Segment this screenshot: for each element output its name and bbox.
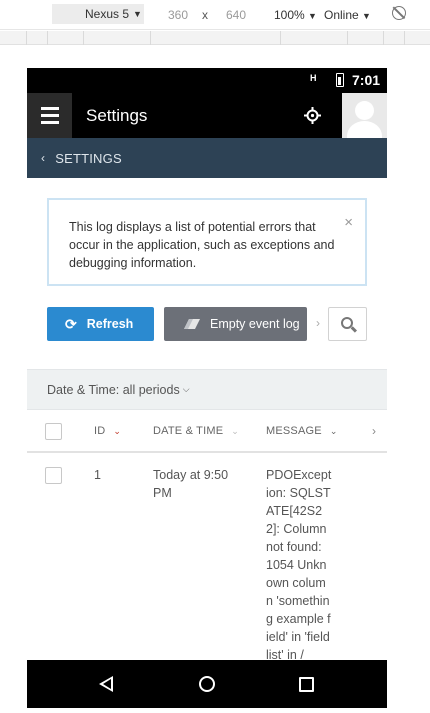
- battery-icon: [336, 73, 344, 87]
- avatar[interactable]: [342, 93, 387, 138]
- network-throttle-select[interactable]: Online ▼: [324, 8, 371, 22]
- media-query-ruler: [0, 31, 430, 45]
- empty-event-log-label: Empty event log: [210, 317, 300, 331]
- empty-event-log-button[interactable]: Empty event log: [164, 307, 307, 341]
- recent-apps-icon[interactable]: [299, 677, 314, 692]
- cell-date: Today at 9:50 PM: [153, 468, 229, 500]
- column-header-id[interactable]: ID ⌄: [94, 425, 121, 437]
- cell-message[interactable]: PDOException: SQLSTATE[42S22]: Column no…: [266, 466, 332, 660]
- date-filter[interactable]: Date & Time: all periods ⌵: [27, 369, 387, 410]
- zoom-value: 100%: [274, 8, 305, 22]
- chevron-left-icon: ‹: [41, 151, 46, 165]
- network-value: Online: [324, 8, 359, 22]
- chevron-down-icon: ⌄: [329, 425, 338, 436]
- page-title: Settings: [86, 106, 148, 125]
- app-header: Settings: [27, 93, 387, 138]
- home-icon[interactable]: [199, 676, 215, 692]
- viewport-width-field[interactable]: 360: [168, 8, 188, 22]
- device-select[interactable]: Nexus 5 ▼: [52, 4, 144, 24]
- status-time: 7:01: [352, 72, 381, 88]
- row-checkbox[interactable]: [45, 467, 62, 484]
- breadcrumb-label: SETTINGS: [55, 150, 122, 166]
- status-bar: H 7:01: [27, 68, 387, 93]
- android-nav-bar: [27, 660, 387, 708]
- date-filter-label: Date & Time: all periods: [47, 382, 180, 397]
- back-icon[interactable]: [99, 676, 113, 692]
- dimension-separator: x: [202, 8, 208, 22]
- breadcrumb[interactable]: ‹ SETTINGS: [27, 138, 387, 178]
- signal-icon: H: [310, 73, 317, 83]
- sort-icon: ⌄: [231, 425, 239, 436]
- sort-desc-icon: ⌄: [113, 425, 122, 436]
- chevron-down-icon: ⌵: [182, 384, 190, 394]
- zoom-select[interactable]: 100% ▼: [274, 8, 317, 22]
- device-dropdown-arrow-icon: ▼: [133, 9, 142, 19]
- column-header-date[interactable]: DATE & TIME ⌄: [153, 425, 239, 437]
- viewport-height-field[interactable]: 640: [226, 8, 246, 22]
- locate-icon[interactable]: [304, 107, 321, 124]
- more-actions-icon[interactable]: ›: [316, 316, 320, 330]
- table-header: ID ⌄ DATE & TIME ⌄ MESSAGE ⌄ ›: [27, 410, 387, 453]
- select-all-checkbox[interactable]: [45, 423, 62, 440]
- column-label: DATE & TIME: [153, 425, 224, 437]
- cell-id: 1: [94, 468, 101, 482]
- refresh-label: Refresh: [86, 317, 134, 331]
- zoom-dropdown-arrow-icon: ▼: [308, 11, 317, 21]
- refresh-icon: ⟳: [65, 315, 77, 332]
- action-bar: ⟳ Refresh Empty event log ›: [47, 307, 367, 341]
- column-label: ID: [94, 425, 106, 437]
- notice-text: This log displays a list of potential er…: [69, 220, 335, 270]
- menu-icon[interactable]: [27, 93, 72, 138]
- devtools-toolbar: Nexus 5 ▼ 360 x 640 100% ▼ Online ▼: [0, 0, 430, 30]
- phone-viewport: H 7:01 Settings ‹ SETTINGS This log disp…: [27, 68, 387, 708]
- column-header-message[interactable]: MESSAGE ⌄: [266, 425, 338, 437]
- main-content: This log displays a list of potential er…: [27, 178, 387, 660]
- info-notice: This log displays a list of potential er…: [47, 198, 367, 286]
- rotate-icon[interactable]: [392, 6, 406, 20]
- column-label: MESSAGE: [266, 425, 322, 437]
- refresh-button[interactable]: ⟳ Refresh: [47, 307, 154, 341]
- close-icon[interactable]: ×: [344, 214, 353, 232]
- search-button[interactable]: [328, 307, 367, 341]
- scroll-right-icon[interactable]: ›: [372, 424, 376, 438]
- device-name: Nexus 5: [85, 7, 130, 21]
- table-row[interactable]: 1 Today at 9:50 PM PDOException: SQLSTAT…: [27, 454, 387, 660]
- network-dropdown-arrow-icon: ▼: [362, 11, 371, 21]
- eraser-icon: [184, 319, 200, 329]
